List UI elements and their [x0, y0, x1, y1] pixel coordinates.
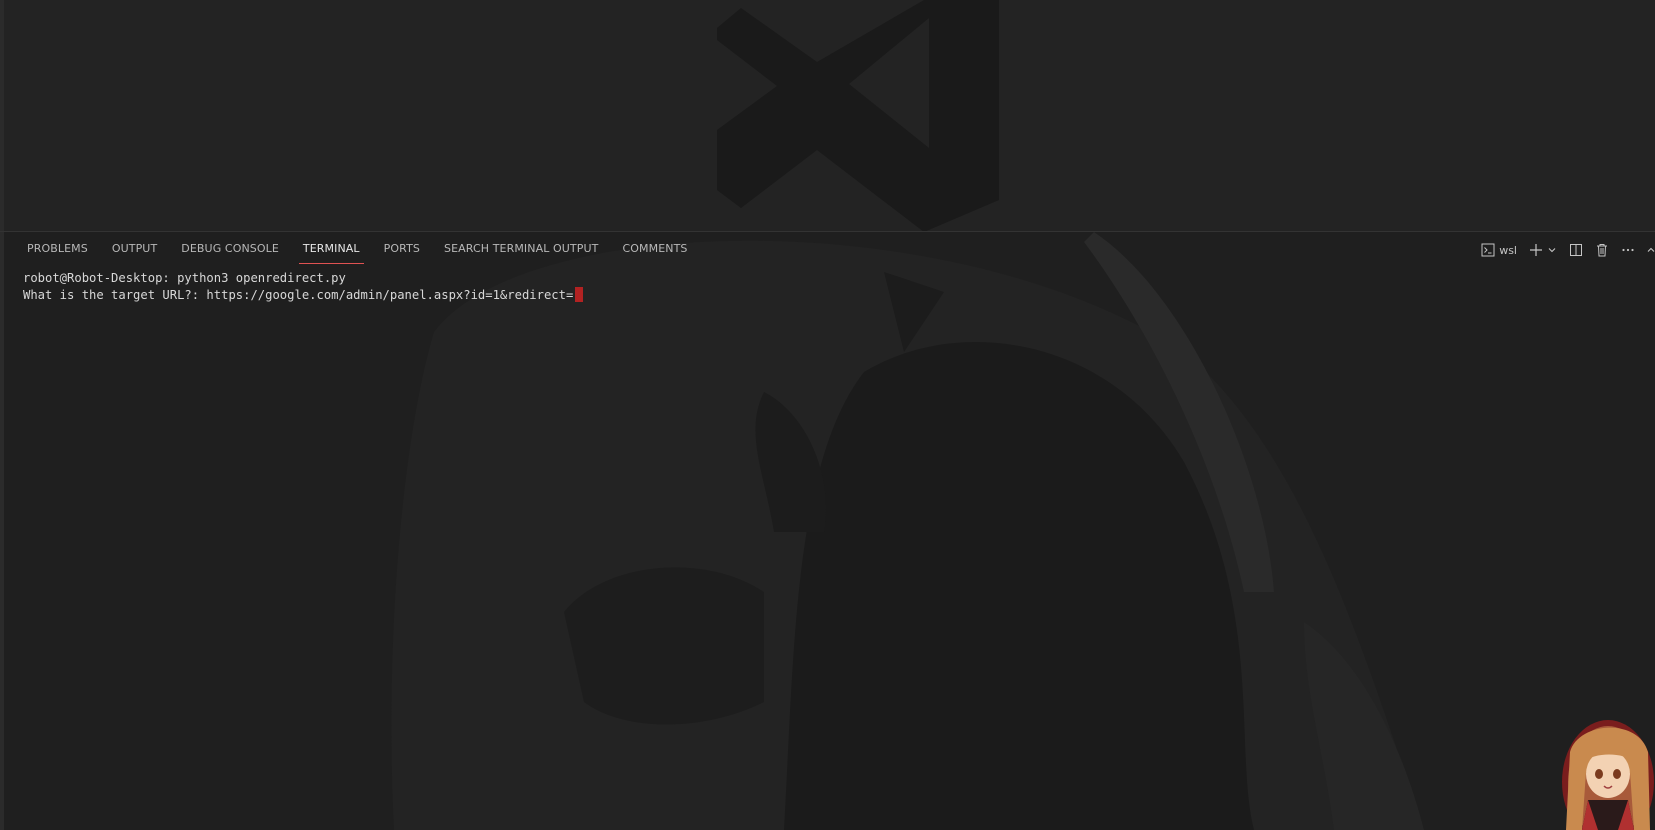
maximize-panel-button[interactable] — [1647, 245, 1655, 255]
chevron-up-icon — [1647, 247, 1655, 252]
tab-output[interactable]: OUTPUT — [108, 242, 161, 264]
kill-terminal-button[interactable] — [1595, 243, 1609, 257]
split-terminal-icon — [1570, 244, 1582, 256]
terminal-profile-label: wsl — [1499, 243, 1517, 257]
terminal-panel: PROBLEMS OUTPUT DEBUG CONSOLE TERMINAL P… — [0, 232, 1655, 830]
split-terminal-button[interactable] — [1569, 243, 1583, 257]
tab-comments[interactable]: COMMENTS — [618, 242, 691, 264]
editor-area — [0, 0, 1655, 231]
background-artwork — [391, 232, 1424, 830]
terminal-icon — [1481, 243, 1495, 257]
tab-search-terminal-output[interactable]: SEARCH TERMINAL OUTPUT — [440, 242, 602, 264]
plus-icon — [1530, 244, 1542, 256]
terminal-output[interactable]: robot@Robot-Desktop: python3 openredirec… — [23, 270, 584, 304]
panel-actions: wsl — [1481, 242, 1655, 258]
chevron-down-icon — [1548, 248, 1556, 253]
tab-debug-console[interactable]: DEBUG CONSOLE — [177, 242, 283, 264]
tab-problems[interactable]: PROBLEMS — [23, 242, 92, 264]
terminal-dropdown-button[interactable] — [1547, 245, 1557, 255]
more-actions-button[interactable] — [1621, 243, 1635, 257]
panel-tabs: PROBLEMS OUTPUT DEBUG CONSOLE TERMINAL P… — [23, 242, 707, 264]
tab-ports[interactable]: PORTS — [380, 242, 424, 264]
anime-character-avatar — [1562, 720, 1654, 830]
tab-terminal[interactable]: TERMINAL — [298, 242, 364, 264]
new-terminal-button[interactable] — [1529, 243, 1543, 257]
terminal-line: robot@Robot-Desktop: python3 openredirec… — [23, 271, 346, 285]
terminal-profile-button[interactable]: wsl — [1481, 243, 1517, 257]
ellipsis-icon — [1622, 248, 1634, 252]
terminal-cursor — [575, 287, 584, 302]
vscode-logo-watermark — [717, 0, 999, 231]
trash-icon — [1597, 244, 1607, 257]
terminal-input-line: What is the target URL?: https://google.… — [23, 287, 584, 304]
terminal-line-text: What is the target URL?: https://google.… — [23, 288, 574, 302]
